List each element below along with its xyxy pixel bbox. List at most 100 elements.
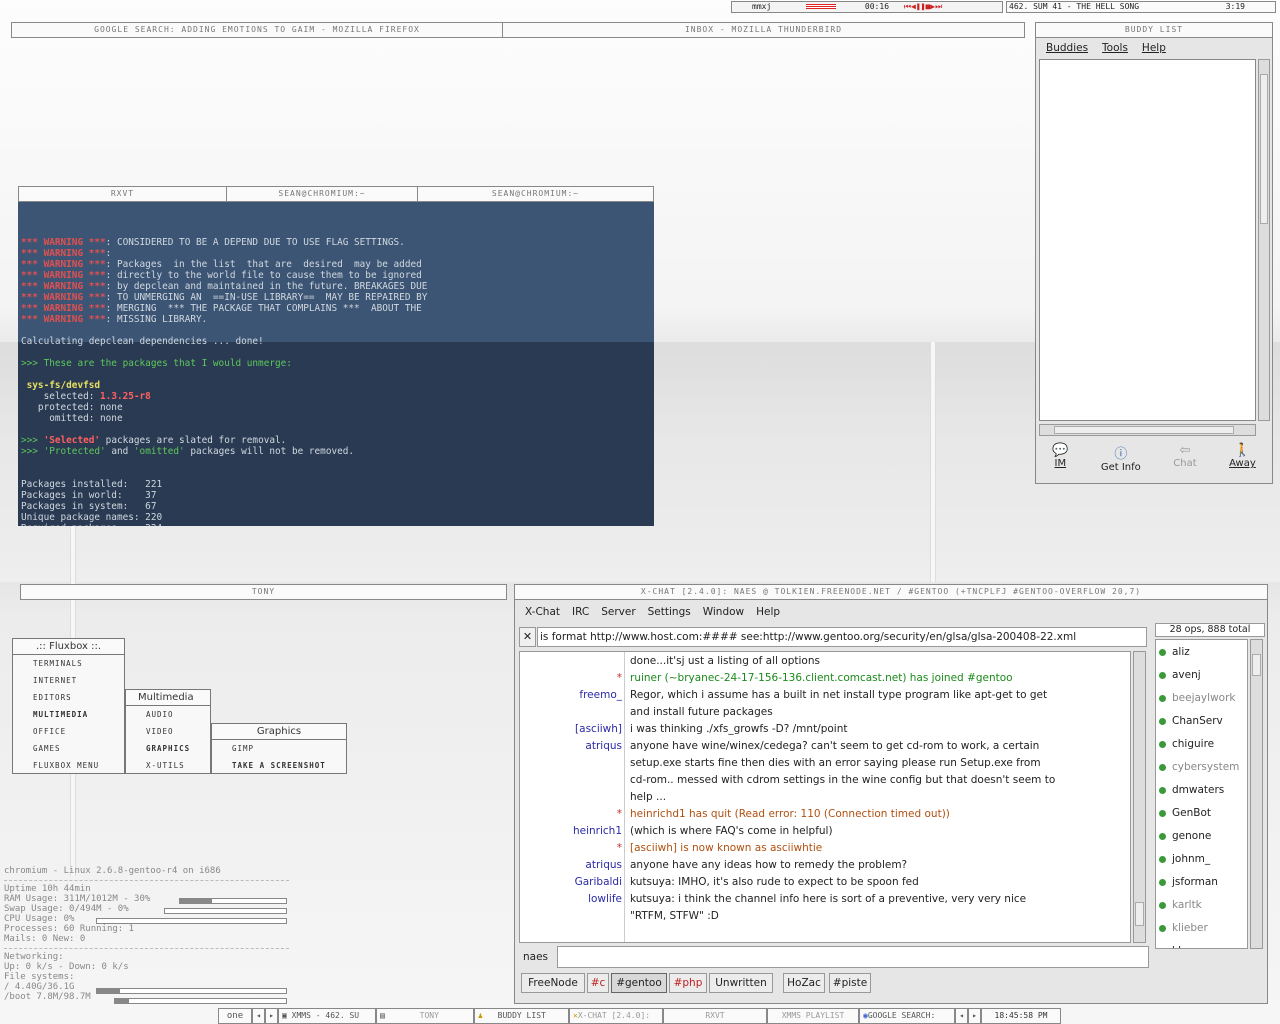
xchat-menu-xchat[interactable]: X-Chat: [525, 606, 560, 618]
xchat-menu-irc[interactable]: IRC: [572, 606, 589, 618]
menu-tools[interactable]: Tools: [1102, 42, 1128, 54]
fluxbox-menu-item[interactable]: FLUXBOX MENU: [13, 757, 124, 774]
chat-nick[interactable]: *: [520, 672, 622, 684]
xchat-menu-settings[interactable]: Settings: [648, 606, 691, 618]
topic-close-button[interactable]: ✕: [519, 627, 536, 647]
user-list-item[interactable]: jsforman: [1159, 876, 1218, 888]
chat-nick[interactable]: *: [520, 808, 622, 820]
im-button[interactable]: 💬 IM: [1052, 443, 1068, 479]
terminal-tab-sean-2[interactable]: SEAN@CHROMIUM:~: [418, 187, 653, 201]
fluxbox-menu-item[interactable]: AUDIO: [126, 706, 210, 723]
fluxbox-menu-item[interactable]: MULTIMEDIA: [13, 706, 124, 723]
xmms-mini-player[interactable]: mmxj 00:16 ⏮◀❚❚■▶⏭: [731, 1, 1003, 13]
workspace-next-button[interactable]: ▸: [265, 1008, 278, 1024]
topic-field[interactable]: is format http://www.host.com:#### see:h…: [537, 627, 1147, 647]
workspace-name[interactable]: one: [218, 1008, 252, 1024]
user-list-item[interactable]: johnm_: [1159, 853, 1210, 865]
taskbar-item-buddy-list[interactable]: ♟ BUDDY LIST: [474, 1008, 569, 1024]
xmms-controls[interactable]: ⏮◀❚❚■▶⏭: [904, 2, 942, 11]
chat-nick[interactable]: Garibaldi: [520, 876, 622, 888]
xchat-menu-server[interactable]: Server: [601, 606, 635, 618]
chat-nick[interactable]: [asciiwh]: [520, 723, 622, 735]
away-button[interactable]: 🚶 Away: [1229, 443, 1256, 479]
terminal-tab-rxvt[interactable]: RXVT: [19, 187, 227, 201]
user-list-item[interactable]: klieber: [1159, 922, 1208, 934]
fluxbox-menu-item[interactable]: TERMINALS: [13, 655, 124, 672]
terminal-output[interactable]: *** WARNING ***: CONSIDERED TO BE A DEPE…: [18, 202, 654, 526]
taskbar-scroll-left[interactable]: ◂: [955, 1008, 968, 1024]
menu-buddies[interactable]: Buddies: [1046, 42, 1088, 54]
chat-log[interactable]: done...it'sj ust a listing of all option…: [519, 651, 1131, 943]
channel-tab[interactable]: FreeNode: [521, 973, 585, 993]
fluxbox-menu-item[interactable]: VIDEO: [126, 723, 210, 740]
channel-tab[interactable]: #php: [669, 973, 707, 993]
chat-nick[interactable]: heinrich1: [520, 825, 622, 837]
taskbar-item-tony[interactable]: ▤ TONY: [376, 1008, 474, 1024]
chat-nick[interactable]: atriqus: [520, 859, 622, 871]
user-list-item[interactable]: dmwaters: [1159, 784, 1224, 796]
fluxbox-root-menu[interactable]: .:: Fluxbox ::. TERMINALS INTERNET EDITORS…: [12, 638, 125, 774]
message-input[interactable]: [557, 946, 1149, 968]
channel-tab[interactable]: #c: [587, 973, 609, 993]
menu-help[interactable]: Help: [1142, 42, 1166, 54]
terminal-tabbar[interactable]: RXVT SEAN@CHROMIUM:~ SEAN@CHROMIUM:~: [18, 186, 654, 202]
user-list-item[interactable]: karltk: [1159, 899, 1202, 911]
taskbar-scroll-right[interactable]: ▸: [968, 1008, 981, 1024]
user-list-item[interactable]: beejaylwork: [1159, 692, 1235, 704]
chat-button[interactable]: ⇦ Chat: [1173, 443, 1196, 479]
fluxbox-menu-item[interactable]: INTERNET: [13, 672, 124, 689]
user-list-item[interactable]: genone: [1159, 830, 1211, 842]
taskbar-item-xchat[interactable]: ✕X-CHAT [2.4.0]:: [569, 1008, 663, 1024]
taskbar-item-rxvt[interactable]: RXVT: [663, 1008, 767, 1024]
user-list-item[interactable]: avenj: [1159, 669, 1201, 681]
input-nick[interactable]: naes: [523, 951, 548, 963]
channel-tab[interactable]: Unwritten: [709, 973, 773, 993]
chat-nick[interactable]: atriqus: [520, 740, 622, 752]
fluxbox-menu-item[interactable]: X-UTILS: [126, 757, 210, 774]
user-list-scrollbar[interactable]: [1250, 639, 1263, 949]
taskbar-item-firefox[interactable]: ◉GOOGLE SEARCH:: [859, 1008, 955, 1024]
fluxbox-menu-item[interactable]: GAMES: [13, 740, 124, 757]
xchat-window[interactable]: X-CHAT [2.4.0]: NAES @ TOLKIEN.FREENODE.…: [514, 584, 1268, 1004]
channel-tab[interactable]: #piste: [829, 973, 871, 993]
terminal-tab-sean-1[interactable]: SEAN@CHROMIUM:~: [227, 187, 418, 201]
user-list[interactable]: aliz avenj beejaylwork ChanServ chiguire cybe…: [1155, 639, 1248, 949]
workspace-prev-button[interactable]: ◂: [252, 1008, 265, 1024]
buddy-list-hscroll[interactable]: [1039, 424, 1256, 436]
fluxbox-graphics-menu[interactable]: Graphics GIMP TAKE A SCREENSHOT: [211, 723, 347, 774]
chat-message: anyone have any ideas how to remedy the …: [630, 859, 908, 871]
user-list-item[interactable]: cybersystem: [1159, 761, 1239, 773]
fluxbox-menu-item[interactable]: EDITORS: [13, 689, 124, 706]
xchat-menu-window[interactable]: Window: [703, 606, 744, 618]
xchat-menu-help[interactable]: Help: [756, 606, 780, 618]
buddy-list-window[interactable]: BUDDY LIST Buddies Tools Help 💬 IM ⓘ Get I…: [1035, 22, 1273, 484]
chat-nick[interactable]: lowlife: [520, 893, 622, 905]
user-list-item[interactable]: klu...: [1172, 945, 1198, 948]
firefox-titlebar[interactable]: GOOGLE SEARCH: ADDING EMOTIONS TO GAIM -…: [11, 22, 503, 38]
fluxbox-menu-item[interactable]: TAKE A SCREENSHOT: [212, 757, 346, 774]
chat-nick[interactable]: freemo_: [520, 689, 622, 701]
channel-tab[interactable]: #gentoo: [611, 973, 667, 993]
fluxbox-menu-item[interactable]: OFFICE: [13, 723, 124, 740]
user-list-item[interactable]: chiguire: [1159, 738, 1214, 750]
fluxbox-menu-item[interactable]: GRAPHICS: [126, 740, 210, 757]
user-list-item[interactable]: aliz: [1159, 646, 1190, 658]
buddy-list-tree[interactable]: [1039, 59, 1256, 421]
buddy-list-titlebar[interactable]: BUDDY LIST: [1035, 22, 1273, 38]
user-status-icon: [1159, 810, 1166, 817]
fluxbox-menu-item[interactable]: GIMP: [212, 740, 346, 757]
user-list-item[interactable]: ChanServ: [1159, 715, 1223, 727]
tony-titlebar[interactable]: TONY: [20, 584, 507, 600]
terminal-line: *** WARNING ***: by depclean and maintai…: [21, 281, 651, 292]
xchat-titlebar[interactable]: X-CHAT [2.4.0]: NAES @ TOLKIEN.FREENODE.…: [514, 584, 1268, 600]
taskbar-item-xmms[interactable]: ▣ XMMS - 462. SU: [278, 1008, 376, 1024]
user-list-item[interactable]: GenBot: [1159, 807, 1211, 819]
channel-tab[interactable]: HoZac: [783, 973, 825, 993]
chat-scrollbar[interactable]: [1133, 651, 1146, 943]
chat-nick[interactable]: *: [520, 842, 622, 854]
taskbar-item-xmms-playlist[interactable]: XMMS PLAYLIST: [767, 1008, 859, 1024]
thunderbird-titlebar[interactable]: INBOX - MOZILLA THUNDERBIRD: [502, 22, 1025, 38]
fluxbox-multimedia-menu[interactable]: Multimedia AUDIO VIDEO GRAPHICS X-UTILS: [125, 689, 211, 774]
get-info-button[interactable]: ⓘ Get Info: [1101, 443, 1141, 479]
buddy-list-vscroll[interactable]: [1258, 59, 1270, 421]
